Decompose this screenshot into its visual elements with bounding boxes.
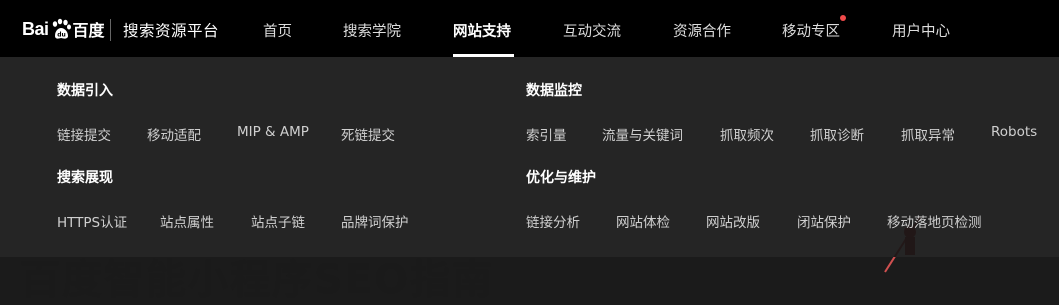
platform-title: 搜索资源平台 bbox=[123, 22, 220, 40]
link-crawl-diagnosis[interactable]: 抓取诊断 bbox=[810, 124, 864, 144]
logo-text-bai: Bai bbox=[22, 18, 49, 39]
logo-divider bbox=[110, 19, 111, 41]
nav-resource-cooperation[interactable]: 资源合作 bbox=[673, 20, 731, 41]
active-tab-indicator bbox=[453, 54, 514, 57]
link-mobile-adapt[interactable]: 移动适配 bbox=[147, 124, 201, 144]
link-brand-protection[interactable]: 品牌词保护 bbox=[341, 211, 409, 231]
link-site-attributes[interactable]: 站点属性 bbox=[160, 211, 214, 231]
link-site-checkup[interactable]: 网站体检 bbox=[616, 211, 670, 231]
top-nav-bar: Bai du 百度 搜索资源平台 首页 搜索学院 网站支持 互动交流 资源合作 … bbox=[0, 0, 1059, 57]
link-dead-link-submit[interactable]: 死链提交 bbox=[341, 124, 395, 144]
link-crawl-frequency[interactable]: 抓取频次 bbox=[720, 124, 774, 144]
section-title-data-import: 数据引入 bbox=[57, 83, 113, 99]
link-submit[interactable]: 链接提交 bbox=[57, 124, 111, 144]
link-https-cert[interactable]: HTTPS认证 bbox=[57, 211, 127, 231]
link-site-revision[interactable]: 网站改版 bbox=[706, 211, 760, 231]
section-title-optimize-maintain: 优化与维护 bbox=[526, 170, 596, 186]
link-site-close-protect[interactable]: 闭站保护 bbox=[797, 211, 851, 231]
link-mip-amp[interactable]: MIP & AMP bbox=[237, 124, 309, 140]
section-title-search-display: 搜索展现 bbox=[57, 170, 113, 186]
nav-website-support[interactable]: 网站支持 bbox=[453, 20, 511, 41]
link-robots[interactable]: Robots bbox=[991, 124, 1037, 140]
logo-text-du: 百度 bbox=[72, 21, 105, 40]
link-traffic-keywords[interactable]: 流量与关键词 bbox=[602, 124, 683, 144]
link-mobile-landing-check[interactable]: 移动落地页检测 bbox=[887, 211, 982, 231]
link-crawl-errors[interactable]: 抓取异常 bbox=[901, 124, 955, 144]
link-link-analysis[interactable]: 链接分析 bbox=[526, 211, 580, 231]
nav-home[interactable]: 首页 bbox=[263, 20, 292, 41]
nav-search-academy[interactable]: 搜索学院 bbox=[343, 20, 401, 41]
nav-mobile-zone[interactable]: 移动专区 bbox=[782, 20, 840, 41]
svg-text:du: du bbox=[57, 32, 66, 39]
nav-interaction[interactable]: 互动交流 bbox=[563, 20, 621, 41]
link-site-sublinks[interactable]: 站点子链 bbox=[251, 211, 305, 231]
baidu-logo[interactable]: Bai du 百度 bbox=[22, 12, 105, 46]
section-title-data-monitor: 数据监控 bbox=[526, 83, 582, 99]
notification-dot bbox=[840, 15, 846, 21]
website-support-dropdown: 数据引入 链接提交 移动适配 MIP & AMP 死链提交 数据监控 索引量 流… bbox=[0, 57, 1059, 257]
link-index-volume[interactable]: 索引量 bbox=[526, 124, 567, 144]
paw-icon: du bbox=[50, 18, 72, 40]
nav-user-center[interactable]: 用户中心 bbox=[892, 20, 950, 41]
